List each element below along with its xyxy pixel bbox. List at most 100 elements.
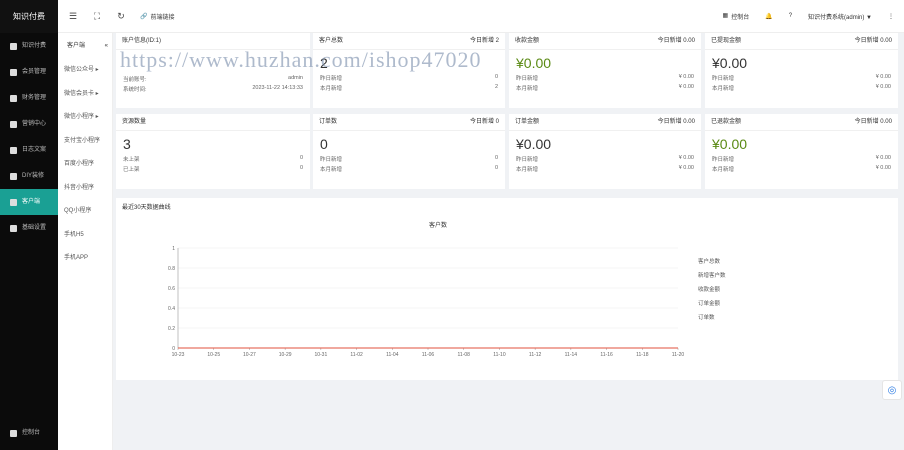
x-tick-label: 10-29 — [279, 352, 292, 358]
sidebar: 知识付费 知识付费 会员管理 财务管理 营销中心 日志文案 DIY装修 客户端 … — [0, 0, 58, 450]
subnav-item-douyin[interactable]: 抖音小程序 — [58, 177, 112, 201]
card-today: 今日新增 0.00 — [657, 38, 695, 44]
sidebar-item-settings[interactable]: 基础设置 — [0, 215, 58, 241]
chart-card: 最近30天数据曲线 客户数 0 0.2 0.4 0.6 0.8 1 10-23 10-25 10-… — [116, 198, 898, 380]
user-icon — [10, 68, 17, 76]
row-value: ¥ 0.00 — [678, 165, 694, 171]
account-label: 当前账号: — [123, 77, 147, 83]
x-tick-label: 10-27 — [243, 352, 256, 358]
sidebar-item-members[interactable]: 会员管理 — [0, 59, 58, 85]
sidebar-item-label: DIY装修 — [22, 173, 45, 179]
row-value: ¥ 0.00 — [875, 165, 891, 171]
subnav-item-wechat-oa[interactable]: 微信公众号 ▸ — [58, 59, 112, 83]
dashboard-icon: ▦ — [722, 12, 729, 19]
subnav-item-h5[interactable]: 手机H5 — [58, 224, 112, 248]
row-value: 0 — [494, 155, 498, 161]
star-icon — [10, 172, 17, 180]
menu-icon[interactable]: ☰ — [64, 11, 82, 22]
sidebar-item-label: 知识付费 — [22, 43, 47, 49]
card-value: ¥0.00 — [516, 55, 552, 71]
subnav-item-wechat-card[interactable]: 微信会员卡 ▸ — [58, 83, 112, 107]
row-label: 本月新增 — [516, 86, 539, 92]
sidebar-item-diy[interactable]: DIY装修 — [0, 163, 58, 189]
card-title: 订单数 — [319, 119, 338, 125]
chart-section-title: 最近30天数据曲线 — [122, 205, 171, 211]
subnav-item-wechat-mini[interactable]: 微信小程序 ▸ — [58, 106, 112, 130]
x-tick-label: 11-04 — [386, 352, 399, 358]
row-value: 0 — [299, 165, 303, 171]
legend-item: 订单数 — [698, 313, 715, 321]
book-icon — [10, 42, 17, 50]
y-tick-label: 0.8 — [168, 266, 175, 272]
row-label: 本月新增 — [320, 86, 343, 92]
collapse-icon[interactable]: « — [105, 33, 108, 59]
legend-item: 订单金额 — [698, 299, 721, 307]
card-value: ¥0.00 — [516, 136, 552, 152]
x-tick-label: 11-18 — [636, 352, 649, 358]
chart-title: 客户数 — [429, 221, 447, 229]
row-value: ¥ 0.00 — [678, 74, 694, 80]
withdrawn-card: 已提现金额 今日新增 0.00 ¥0.00 昨日新增 ¥ 0.00 本月新增 ¥ 0.… — [705, 33, 898, 108]
chat-icon[interactable]: ◎ — [882, 380, 902, 400]
sidebar-item-label: 基础设置 — [22, 225, 47, 231]
row-label: 本月新增 — [516, 167, 539, 173]
sidebar-item-logs[interactable]: 日志文案 — [0, 137, 58, 163]
card-title: 已退款金额 — [711, 119, 742, 125]
x-tick-label: 10-31 — [314, 352, 327, 358]
x-tick-label: 11-16 — [600, 352, 613, 358]
subnav-title: 客户端 — [67, 43, 86, 49]
card-today: 今日新增 0.00 — [854, 119, 892, 125]
time-label: 系统时间: — [123, 87, 147, 93]
y-tick-label: 1 — [172, 246, 175, 252]
x-tick-label: 11-12 — [529, 352, 542, 358]
subnav-item-alipay[interactable]: 支付宝小程序 — [58, 130, 112, 154]
sidebar-item-label: 控制台 — [22, 430, 41, 436]
row-value: 2 — [494, 84, 498, 90]
user-menu[interactable]: 知识付费系统(admin) ▼ — [808, 12, 872, 21]
row-label: 昨日新增 — [320, 76, 343, 82]
more-icon[interactable]: ⋮ — [888, 13, 894, 20]
subnav-item-app[interactable]: 手机APP — [58, 247, 112, 271]
x-tick-label: 11-20 — [672, 352, 685, 358]
subnav: 客户端 « 微信公众号 ▸ 微信会员卡 ▸ 微信小程序 ▸ 支付宝小程序 百度小程… — [58, 33, 113, 450]
row-label: 已上架 — [123, 167, 140, 173]
y-tick-label: 0.2 — [168, 326, 175, 332]
x-tick-label: 11-14 — [565, 352, 578, 358]
frontend-link-label: 前端链接 — [150, 14, 175, 21]
card-value: ¥0.00 — [712, 136, 748, 152]
card-title: 资源数量 — [122, 119, 147, 125]
line-chart: 客户数00.20.40.60.8110-23 10-25 10-27 10-29 10-… — [168, 221, 726, 358]
app-logo: 知识付费 — [0, 0, 58, 33]
help-icon[interactable]: ? — [789, 13, 792, 19]
row-value: ¥ 0.00 — [875, 84, 891, 90]
x-tick-label: 10-25 — [207, 352, 220, 358]
subnav-item-qq[interactable]: QQ小程序 — [58, 200, 112, 224]
watermark: https://www.huzhan.com/ishop47020 — [120, 47, 482, 72]
card-today: 今日新增 0.00 — [657, 119, 695, 125]
row-label: 昨日新增 — [320, 157, 343, 163]
fullscreen-icon[interactable]: ⛶ — [88, 11, 106, 22]
bell-icon[interactable]: 🔔 — [765, 13, 772, 20]
row-value: ¥ 0.00 — [875, 74, 891, 80]
row-value: ¥ 0.00 — [678, 84, 694, 90]
row-value: ¥ 0.00 — [875, 155, 891, 161]
frontend-link[interactable]: 🔗 前端链接 — [140, 12, 175, 21]
subnav-item-baidu[interactable]: 百度小程序 — [58, 153, 112, 177]
row-label: 昨日新增 — [516, 157, 539, 163]
console-button[interactable]: ▦ 控制台 — [723, 12, 750, 21]
refresh-icon[interactable]: ↻ — [112, 11, 130, 22]
legend-item: 收款金额 — [698, 285, 721, 293]
row-value: 0 — [494, 74, 498, 80]
sidebar-item-client[interactable]: 客户端 — [0, 189, 58, 215]
sidebar-item-console[interactable]: 控制台 — [0, 420, 58, 446]
refund-card: 已退款金额 今日新增 0.00 ¥0.00 昨日新增 ¥ 0.00 本月新增 ¥ 0.… — [705, 114, 898, 189]
x-tick-label: 10-23 — [172, 352, 185, 358]
sidebar-item-marketing[interactable]: 营销中心 — [0, 111, 58, 137]
sidebar-item-label: 营销中心 — [22, 121, 47, 127]
x-tick-label: 11-02 — [350, 352, 363, 358]
card-today: 今日新增 0.00 — [854, 38, 892, 44]
x-tick-label: 11-10 — [493, 352, 506, 358]
sidebar-item-finance[interactable]: 财务管理 — [0, 85, 58, 111]
console-label: 控制台 — [731, 14, 750, 21]
sidebar-item-knowledge[interactable]: 知识付费 — [0, 33, 58, 59]
